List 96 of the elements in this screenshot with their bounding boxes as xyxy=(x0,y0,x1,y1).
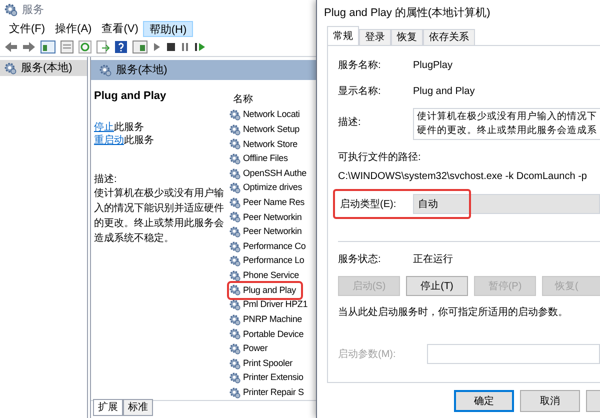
service-title: Plug and Play xyxy=(94,89,168,104)
gear-icon xyxy=(229,299,241,312)
dialog-tab[interactable]: 常规 xyxy=(327,26,359,46)
list-row[interactable]: Peer Name Res xyxy=(229,196,309,210)
list-row[interactable]: Peer Networkin xyxy=(229,210,309,225)
path-text: C:\WINDOWS\system32\svchost.exe -k DcomLaunch -p xyxy=(338,170,588,184)
field-label: 服务状态: xyxy=(338,252,382,267)
list-row[interactable]: Offline Files xyxy=(229,152,309,166)
gear-icon xyxy=(229,182,241,194)
window-title: 服务 xyxy=(22,2,44,18)
action-text: 重启动此服务 xyxy=(94,134,155,146)
gear-icon xyxy=(229,240,241,253)
gear-icon xyxy=(229,255,241,268)
gear-icon xyxy=(229,168,241,180)
menu-item[interactable]: 帮助(H) xyxy=(143,21,193,37)
stop-icon[interactable] xyxy=(166,40,176,52)
list-icon[interactable] xyxy=(60,40,74,54)
input-field[interactable] xyxy=(427,344,600,364)
list-row[interactable]: Phone Service xyxy=(229,268,309,284)
gear-icon xyxy=(229,328,241,340)
gear-icon xyxy=(229,270,241,282)
list-row[interactable]: Pml Driver HPZ1 xyxy=(229,298,309,312)
gear-icon xyxy=(229,109,241,122)
list-row[interactable]: Printer Extensio xyxy=(229,370,309,386)
play-icon[interactable] xyxy=(152,40,162,52)
description-text: 使计算机在极少或没有用户输入的情况下能识别并适应硬件的更改。终止或禁用此服务会造成系统不稳定。 xyxy=(94,186,225,246)
gear-icon xyxy=(99,64,112,76)
gear-icon xyxy=(229,226,241,238)
list-row[interactable]: Printer Repair S xyxy=(229,385,309,400)
gear-icon xyxy=(229,284,241,296)
panel-icon[interactable] xyxy=(40,40,56,54)
dialog-title: Plug and Play 的属性(本地计算机) xyxy=(323,6,492,21)
gear-icon xyxy=(229,152,241,165)
dialog-button[interactable]: 确定 xyxy=(454,390,514,412)
description-label: 描述: xyxy=(94,172,118,186)
field-label: 启动参数(M): xyxy=(338,348,397,362)
list-row[interactable]: OpenSSH Authe xyxy=(229,166,309,181)
list-row[interactable]: Network Setup xyxy=(229,122,309,138)
gear-icon xyxy=(229,314,241,326)
list-row[interactable]: Performance Co xyxy=(229,239,309,254)
list-row[interactable]: Print Spooler xyxy=(229,356,309,371)
gear-icon xyxy=(229,138,241,150)
gear-icon xyxy=(229,342,241,355)
description-line: 硬件的更改。终止或禁用此服务会造成系 xyxy=(417,124,598,138)
back-icon[interactable] xyxy=(4,40,18,52)
view-tab[interactable]: 扩展 xyxy=(93,399,123,416)
view-tab[interactable]: 标准 xyxy=(123,399,153,416)
dialog-tab[interactable]: 依存关系 xyxy=(423,29,475,46)
dialog-button[interactable]: 取消 xyxy=(520,390,580,412)
list-row[interactable]: Peer Networkin xyxy=(229,224,309,240)
list-row[interactable]: Optimize drives xyxy=(229,180,309,196)
restart-icon[interactable] xyxy=(194,40,206,52)
field-value: PlugPlay xyxy=(413,59,452,73)
action-text: 停止此服务 xyxy=(94,120,145,134)
gear-icon xyxy=(229,386,241,399)
list-row[interactable]: Performance Lo xyxy=(229,254,309,269)
list-row[interactable]: Portable Device xyxy=(229,326,309,342)
list-row[interactable]: Plug and Play xyxy=(229,283,301,298)
service-button[interactable]: 停止(T) xyxy=(406,276,468,296)
forward-icon[interactable] xyxy=(22,40,36,52)
description-line: 使计算机在极少或没有用户输入的情况下 xyxy=(417,110,598,124)
help-icon[interactable] xyxy=(114,40,128,54)
gear-icon xyxy=(229,211,241,224)
gear-icon xyxy=(229,358,241,370)
export-icon[interactable] xyxy=(96,40,110,54)
action-link[interactable]: 停止 xyxy=(94,122,114,132)
list-row[interactable]: Network Locati xyxy=(229,108,309,122)
field-label: 描述: xyxy=(338,116,362,130)
menu-item[interactable]: 查看(V) xyxy=(96,21,144,37)
field-label: 服务名称: xyxy=(338,59,382,73)
dialog-tab[interactable]: 恢复 xyxy=(391,29,423,46)
list-row[interactable]: Network Store xyxy=(229,137,309,152)
field-value: Plug and Play xyxy=(413,85,475,99)
status-value: 正在运行 xyxy=(413,252,453,267)
menu-item[interactable]: 文件(F) xyxy=(4,21,50,37)
list-row[interactable]: Power xyxy=(229,342,309,356)
gear-icon xyxy=(229,372,241,384)
column-header[interactable]: 名称 xyxy=(229,92,316,108)
dropdown[interactable]: 自动 xyxy=(413,194,600,214)
gear-icon xyxy=(229,196,241,209)
list-row[interactable]: PNRP Machine xyxy=(229,312,309,327)
gear-icon xyxy=(229,124,241,136)
action-link[interactable]: 重启动 xyxy=(94,134,124,146)
hint-text: 当从此处启动服务时，你可指定所适用的启动参数。 xyxy=(338,306,569,320)
refresh-icon[interactable] xyxy=(78,40,92,54)
field-label: 可执行文件的路径: xyxy=(338,150,422,165)
menu-item[interactable]: 操作(A) xyxy=(50,21,97,37)
tree-item[interactable]: 服务(本地) xyxy=(0,60,87,76)
field-label: 启动类型(E): xyxy=(339,198,398,212)
pause-icon[interactable] xyxy=(180,40,190,52)
window-icon[interactable] xyxy=(132,40,148,54)
field-label: 显示名称: xyxy=(338,85,382,99)
gear-icon xyxy=(4,3,18,17)
dialog-tab[interactable]: 登录 xyxy=(359,29,391,46)
gear-icon xyxy=(4,62,17,74)
panel-header: 服务(本地) xyxy=(91,60,316,80)
